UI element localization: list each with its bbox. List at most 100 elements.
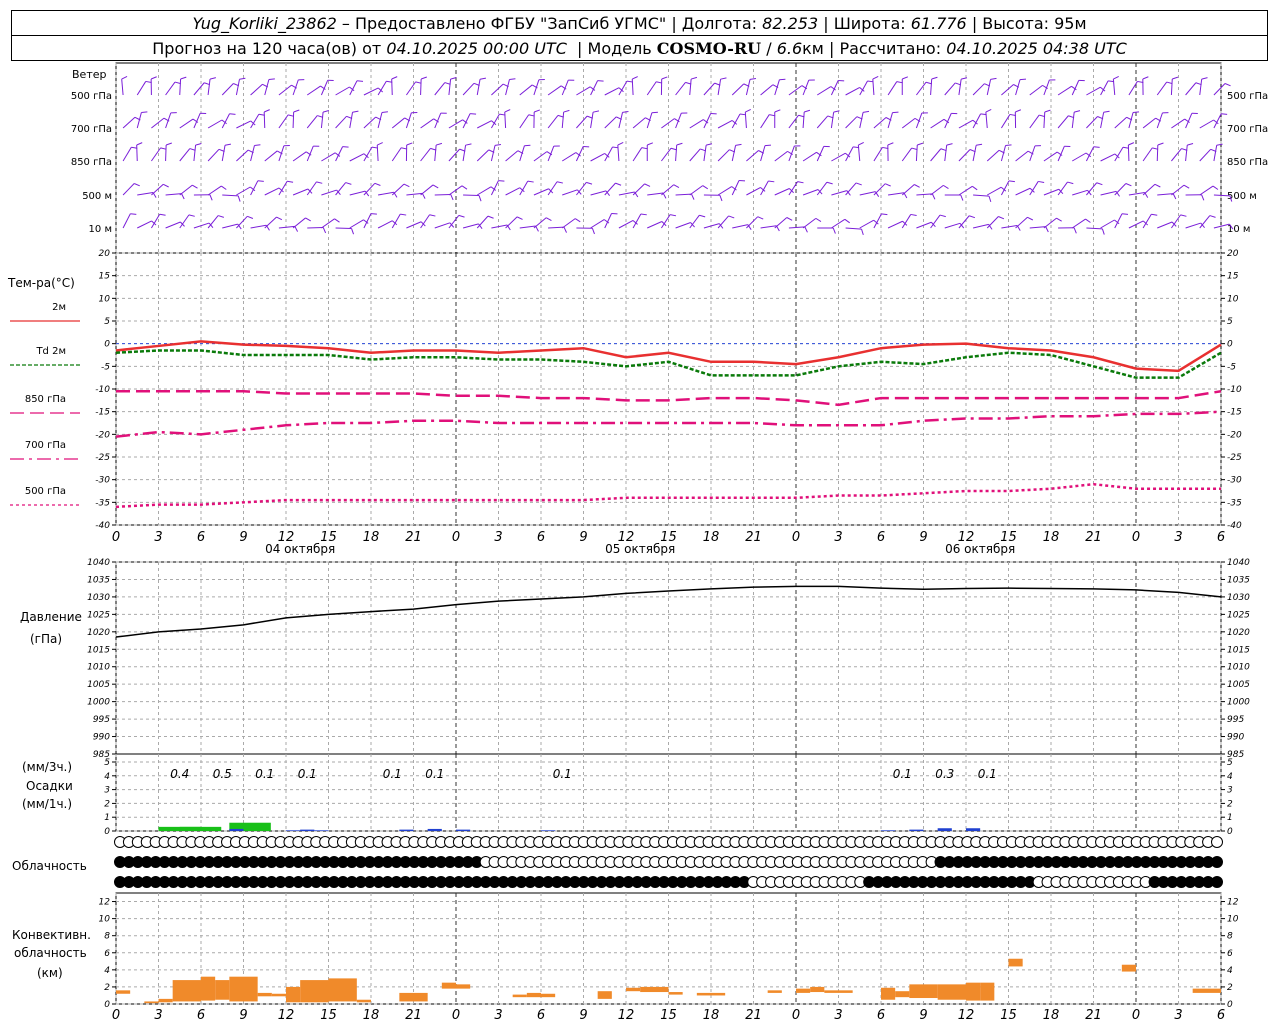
wind-barb-feather [622,111,629,113]
temp-ytick-label-right: -20 [1227,430,1242,440]
wind-barb-shaft [1015,79,1021,96]
wind-barb-shaft [1029,145,1036,162]
temp-xtick-label: 3 [834,530,842,545]
wind-barb-shaft [349,112,354,129]
pressure-ytick-label-right: 1010 [1227,663,1250,673]
convective-xtick-label: 18 [1043,1008,1060,1023]
wind-barb-shaft [349,153,365,162]
meteogram-svg: 500 гПа 500 гПа 700 гПа 700 гПа 850 гПа 850 г… [10,62,1268,1023]
wind-barb-shaft [264,79,270,96]
wind-barb-shaft [561,218,576,229]
wind-barb-shaft [165,112,172,129]
convective-ytick-label-right: 12 [1227,898,1239,908]
wind-barb-feather [345,182,352,185]
precip-ytick-label-left: 4 [104,772,110,782]
wind-barb-shaft [406,81,417,96]
wind-barb-shaft [816,115,829,129]
wind-barb-feather [322,227,327,234]
wind-barb-shaft [774,79,780,96]
wind-barb-shaft [349,219,364,229]
precip-ytick-label-right: 4 [1227,772,1233,782]
temp-legend-label: 500 гПа [25,486,66,497]
pressure-ytick-label-right: 1015 [1227,645,1250,655]
temp-legend-label: 850 гПа [25,394,66,405]
wind-barb-shaft [887,112,893,129]
temp-xtick-label: 0 [1132,530,1140,545]
temp-ytick-label-right: 10 [1227,294,1239,304]
wind-barb-feather [1201,194,1205,201]
wind-barb-feather [1125,183,1132,187]
wind-barb-shaft [292,188,309,196]
wind-level-label-left: 10 м [89,224,112,235]
wind-barb-feather [757,216,764,220]
convective-cloud-bar [541,993,556,998]
wind-barb-feather [676,142,683,146]
wind-barb-feather [465,143,472,146]
convective-cloud-bar [441,982,456,989]
wind-barb-feather [534,109,540,113]
pressure-ytick-label-left: 1035 [87,575,110,585]
wind-barb-feather [804,226,808,233]
wind-barb-shaft [505,187,521,196]
wind-barb-feather [195,143,202,146]
wind-barb-feather [121,75,128,80]
convective-cloud-bar [144,1001,159,1004]
wind-barb-shaft [958,149,971,162]
temp-ytick-label-left: -15 [95,408,110,418]
wind-level-label-right: 700 гПа [1227,124,1268,135]
wind-barb-shaft [137,192,154,196]
wind-barb-shaft [845,87,860,96]
precip-amount-label: 0.1 [553,767,572,781]
wind-barb-feather [247,215,254,219]
convective-xtick-label: 6 [197,1008,205,1023]
wind-barb-feather [391,76,398,80]
wind-barb-shaft [263,111,266,129]
wind-barb-feather [939,214,946,218]
wind-barb-feather [749,78,757,80]
wind-barb-feather [165,142,172,146]
convective-xtick-label: 6 [1217,1008,1225,1023]
wind-barb-feather [1121,213,1129,215]
wind-barb-shaft [618,191,635,196]
wind-barb-feather [574,218,581,223]
wind-barb-shaft [632,147,643,162]
wind-barb-feather [180,76,187,80]
wind-barb-feather [1096,182,1103,186]
wind-barb-shaft [1142,214,1152,229]
convective-cloud-bar [767,990,782,993]
convective-xtick-label: 15 [1000,1008,1017,1023]
temp-ytick-label-right: -40 [1227,521,1242,531]
wind-barb-feather [305,217,311,222]
wind-barb-shaft [434,145,437,162]
temp-ytick-label-left: -35 [95,498,110,508]
wind-barb-shaft [561,152,577,162]
precip-amount-label: 0.5 [213,767,232,781]
wind-barb-shaft [746,187,761,196]
convective-cloud-bar [640,986,669,993]
wind-barb-feather [1128,142,1135,146]
wind-barb-feather [159,213,166,216]
wind-barb-feather [188,214,195,217]
wind-barb-shaft [944,222,961,229]
wind-barb-shaft [165,193,182,196]
temp-xtick-label: 21 [1085,530,1102,545]
wind-barb-shaft [1001,84,1014,96]
wind-barb-shaft [1171,148,1182,162]
wind-barb-shaft [363,116,376,129]
wind-barb-feather [316,181,323,184]
wind-barb-shaft [121,79,124,96]
wind-barb-shaft [391,183,405,196]
temp-xtick-label: 0 [792,530,800,545]
wind-barb-shaft [221,83,234,96]
precip-amount-label: 0.1 [425,767,444,781]
wind-barb-shaft [689,214,700,229]
wind-barb-feather [487,215,494,219]
temp-ytick-label-left: -5 [101,362,110,372]
wind-barb-feather [1101,228,1105,235]
precip-amount-label: 0.1 [978,767,997,781]
wind-barb-shaft [901,117,916,129]
temp-ytick-label-right: 15 [1227,272,1239,282]
wind-barb-shaft [1071,112,1075,129]
wind-barb-shaft [831,190,847,196]
wind-barb-shaft [505,79,510,96]
